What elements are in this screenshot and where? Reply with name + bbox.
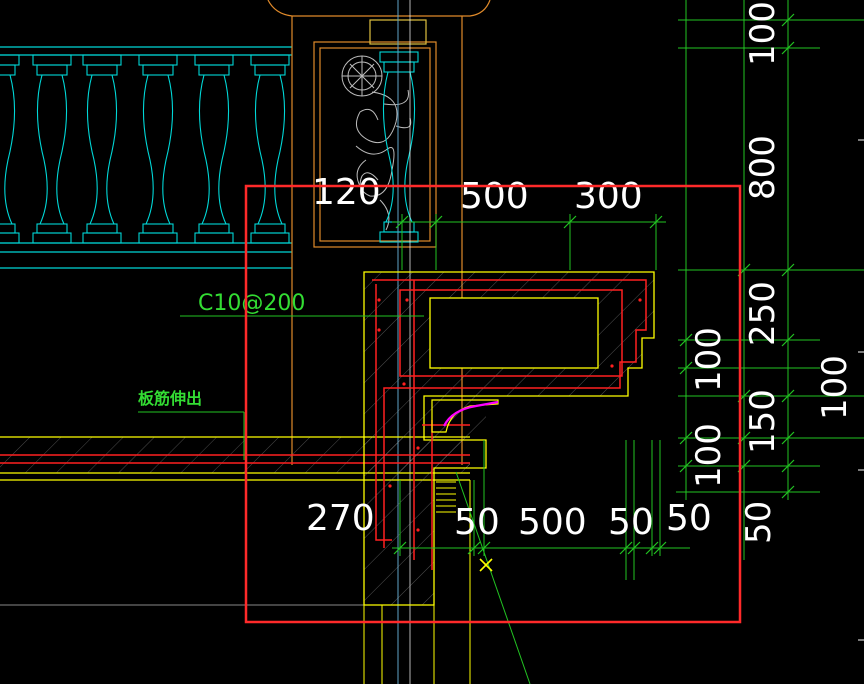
- dim-right-outer-50: 50: [739, 501, 779, 544]
- slab-rebar-note: 板筋伸出: [138, 389, 202, 408]
- dim-bottom-50a: 50: [454, 502, 500, 543]
- dim-bottom-50c: 50: [666, 498, 712, 539]
- dim-top-300: 300: [574, 176, 643, 217]
- dim-top-120: 120: [312, 172, 381, 213]
- dim-right-inner-100a: 100: [689, 327, 729, 392]
- dim-bottom-50b: 50: [608, 502, 654, 543]
- cad-drawing-canvas[interactable]: 120 500 300 270 50 500 50 50 100 100 100…: [0, 0, 864, 684]
- rebar-spec-label: C10@200: [198, 291, 305, 316]
- dim-right-outer-800: 800: [743, 135, 783, 200]
- dim-right-outer-150: 150: [743, 389, 783, 454]
- dim-top-500: 500: [460, 176, 529, 217]
- dim-far-right-100: 100: [815, 355, 855, 420]
- dim-right-outer-100: 100: [743, 1, 783, 66]
- dim-bottom-270: 270: [306, 498, 375, 539]
- dim-right-outer-250: 250: [743, 281, 783, 346]
- dim-bottom-500: 500: [518, 502, 587, 543]
- dim-right-inner-100b: 100: [689, 423, 729, 488]
